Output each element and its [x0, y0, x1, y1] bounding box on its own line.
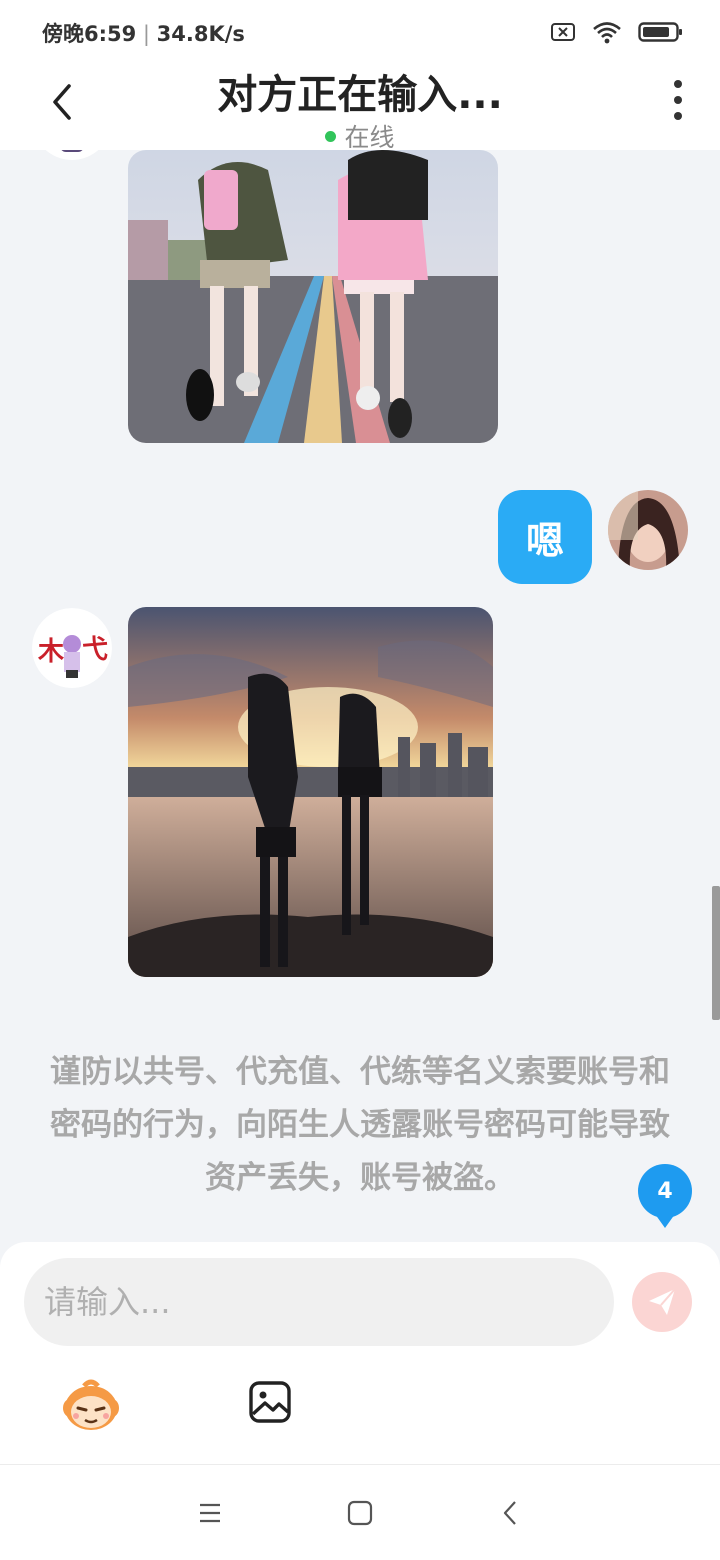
more-dots-icon: [674, 80, 682, 88]
more-options-button[interactable]: [670, 80, 686, 120]
svg-text:木: 木: [37, 637, 64, 667]
image-message[interactable]: [128, 607, 493, 977]
image-button[interactable]: [248, 1380, 292, 1424]
system-nav-bar: [0, 1464, 720, 1560]
image-icon: [249, 1381, 291, 1423]
menu-nav-button[interactable]: [190, 1493, 230, 1533]
sent-message-bubble[interactable]: 嗯: [498, 490, 592, 584]
back-nav-button[interactable]: [490, 1493, 530, 1533]
more-dot: [674, 96, 682, 104]
unread-count-badge[interactable]: 4: [638, 1164, 692, 1228]
scroll-indicator[interactable]: [712, 886, 720, 1020]
my-avatar[interactable]: [608, 490, 688, 570]
online-status: 在线: [0, 118, 720, 154]
contact-avatar[interactable]: 木弋: [32, 608, 112, 688]
battery-icon: [638, 22, 682, 42]
contact-avatar-top[interactable]: [32, 150, 112, 160]
home-nav-button[interactable]: [340, 1493, 380, 1533]
chat-header: 对方正在输入... 在线: [0, 64, 720, 152]
emoji-button[interactable]: [62, 1378, 120, 1432]
menu-icon: [200, 1503, 220, 1523]
home-square-icon: [347, 1500, 373, 1526]
online-status-text: 在线: [344, 123, 395, 152]
sim-error-icon: [551, 23, 575, 41]
safety-notice: 谨防以共号、代充值、代练等名义索要账号和密码的行为，向陌生人透露账号密码可能导致…: [50, 1054, 670, 1196]
image-message[interactable]: [128, 150, 498, 443]
send-icon: [649, 1288, 676, 1315]
input-area: [0, 1242, 720, 1464]
status-time: 傍晚6:59 | 34.8K/s: [42, 22, 245, 46]
chat-title: 对方正在输入...: [217, 72, 503, 118]
more-dot: [674, 112, 682, 120]
status-network-speed: 34.8K/s: [156, 22, 245, 46]
status-clock: 傍晚6:59: [42, 22, 137, 46]
online-dot: [325, 130, 337, 142]
message-input[interactable]: [24, 1258, 614, 1346]
wifi-icon: [593, 22, 621, 44]
status-bar: 傍晚6:59 | 34.8K/s: [0, 0, 720, 64]
message-list[interactable]: 嗯 木弋 谨防以共号、代充值、代练等名义索要账号和密码的行为，向陌生人透露账号密…: [0, 150, 720, 1242]
status-icons: [550, 20, 684, 44]
send-button[interactable]: [632, 1272, 692, 1332]
svg-text:弋: 弋: [82, 635, 108, 665]
emoji-icon: [63, 1379, 119, 1430]
nav-back-icon: [503, 1501, 516, 1525]
